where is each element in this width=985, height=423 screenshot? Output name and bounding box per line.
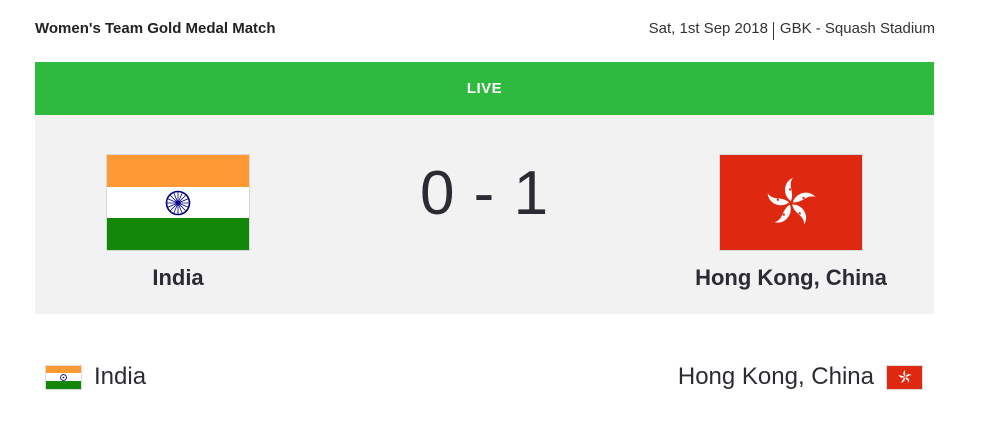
home-team-name-small: India [94,363,147,390]
teams-row: India Hong Kong, China [45,362,923,392]
meta-divider [772,22,774,40]
away-team-row[interactable]: Hong Kong, China [678,363,923,391]
match-meta: Sat, 1st Sep 2018 GBK - Squash Stadium [648,19,935,40]
away-team[interactable]: Hong Kong, China [695,154,887,291]
match-title: Women's Team Gold Medal Match [35,19,276,37]
home-team-name: India [152,265,204,290]
away-team-name: Hong Kong, China [695,265,887,290]
scoreboard-card: LIVE India 0 - 1 Hong Kong, China [35,62,934,314]
hong-kong-flag-icon [719,154,863,251]
ashoka-chakra-small-icon [60,373,67,381]
india-flag-small-icon [45,364,82,390]
score-separator: - [473,159,496,228]
match-venue: GBK - Squash Stadium [779,19,935,37]
home-team-row[interactable]: India [45,363,146,391]
bauhinia-small-icon [898,370,912,383]
match-date: Sat, 1st Sep 2018 [648,19,768,37]
bauhinia-icon [767,177,816,224]
live-status-bar: LIVE [35,62,934,115]
match-header: Women's Team Gold Medal Match Sat, 1st S… [35,17,935,40]
away-team-name-small: Hong Kong, China [677,363,874,390]
live-label: LIVE [466,80,503,97]
home-score: 0 [419,159,456,228]
away-score: 1 [513,159,550,228]
hong-kong-flag-small-icon [886,364,923,390]
